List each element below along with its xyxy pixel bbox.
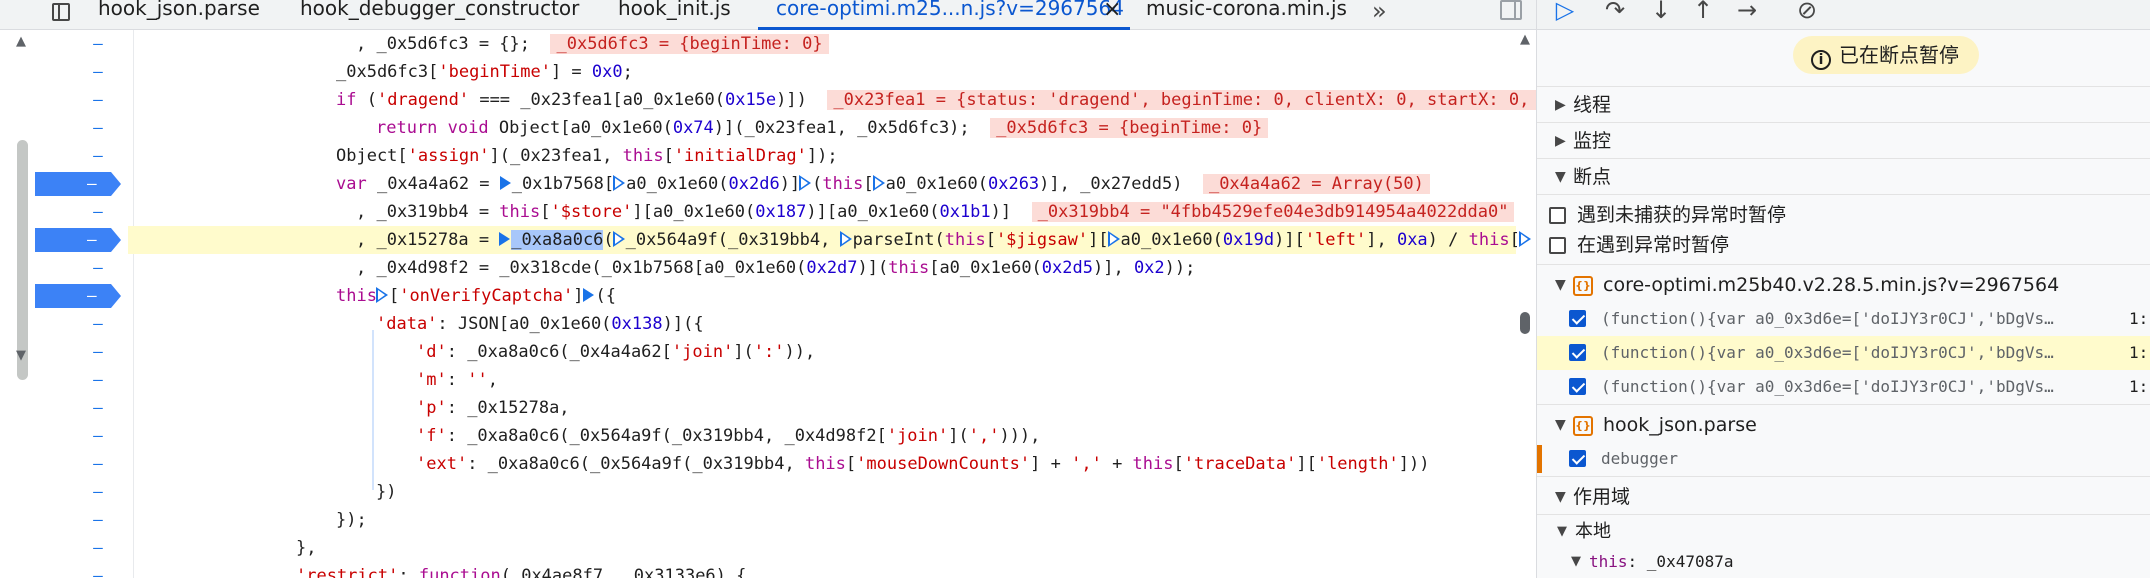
- collapse-icon: ▼: [1555, 417, 1566, 433]
- breakpoint-marker[interactable]: –: [35, 228, 121, 252]
- section-threads[interactable]: ▶ 线程: [1537, 88, 2150, 122]
- code-line[interactable]: – this ['onVerifyCaptcha']({: [0, 282, 1516, 310]
- step-out-icon[interactable]: ↑: [1689, 0, 1717, 26]
- collapse-icon: ▼: [1555, 169, 1566, 185]
- pause-caught-row[interactable]: 在遇到异常时暂停: [1537, 230, 2150, 260]
- tab-hook-json-parse[interactable]: hook_json.parse: [98, 0, 260, 30]
- scrollbar-thumb[interactable]: [1520, 312, 1530, 334]
- section-breakpoints[interactable]: ▼ 断点: [1537, 160, 2150, 194]
- deactivate-breakpoints-icon[interactable]: ⊘: [1793, 0, 1821, 26]
- section-scope[interactable]: ▼ 作用域: [1537, 480, 2150, 514]
- code-line[interactable]: – 'ext': _0xa8a0c6(_0x564a9f(_0x319bb4, …: [0, 450, 1516, 478]
- close-tab-icon[interactable]: ×: [1103, 0, 1121, 22]
- code-line[interactable]: – , _0x319bb4 = this['$store'][a0_0x1e60…: [0, 198, 1516, 226]
- code-line[interactable]: – 'm': '',: [0, 366, 1516, 394]
- breakpoint-item-active[interactable]: (function(){var a0_0x3d6e=['doIJY3r0CJ',…: [1537, 336, 2150, 370]
- tab-music-corona[interactable]: music-corona.min.js: [1146, 0, 1347, 30]
- tab-hook-debugger-constructor[interactable]: hook_debugger_constructor: [300, 0, 579, 30]
- breakpoint-file-core-optimi[interactable]: ▼ {} core-optimi.m25b40.v2.28.5.min.js?v…: [1537, 268, 2150, 302]
- toggle-debugger-sidebar-icon[interactable]: [1500, 0, 1522, 20]
- code-line[interactable]: – return void Object[a0_0x1e60(0x74)](_0…: [0, 114, 1516, 142]
- toggle-navigator-icon[interactable]: [48, 0, 74, 26]
- script-file-icon: {}: [1573, 416, 1593, 436]
- breakpoint-checkbox[interactable]: [1569, 378, 1586, 395]
- breakpoint-checkbox[interactable]: [1569, 344, 1586, 361]
- code-line[interactable]: – 'f': _0xa8a0c6(_0x564a9f(_0x319bb4, _0…: [0, 422, 1516, 450]
- scroll-up-icon[interactable]: ▲: [1520, 32, 1530, 47]
- paused-code-line[interactable]: , _0x15278a = _0xa8a0c6(_0x564a9f(_0x319…: [128, 226, 1531, 254]
- inline-breakpoint-icon[interactable]: [1107, 231, 1120, 247]
- breakpoint-item[interactable]: debugger: [1537, 442, 2150, 476]
- breakpoint-item[interactable]: (function(){var a0_0x3d6e=['doIJY3r0CJ',…: [1537, 302, 2150, 336]
- debugger-sidebar: ▷ ↷ ↓ ↑ → ⊘ i 已在断点暂停 ▶ 线程 ▶ 监控 ▼ 断点 遇到未捕获的异常…: [1536, 0, 2150, 578]
- inline-breakpoint-icon[interactable]: [499, 232, 511, 246]
- inline-breakpoint-icon[interactable]: [612, 231, 625, 247]
- collapse-icon: ▼: [1571, 554, 1581, 569]
- code-line[interactable]: – 'data': JSON[a0_0x1e60(0x138)]({: [0, 310, 1516, 338]
- scope-this-row[interactable]: ▼ this: _0x47087a: [1537, 548, 2150, 576]
- pause-uncaught-checkbox[interactable]: [1549, 207, 1566, 224]
- current-call-highlight: _0xa8a0c6: [511, 230, 604, 250]
- resume-icon[interactable]: ▷: [1551, 0, 1579, 26]
- breakpoint-marker[interactable]: –: [35, 172, 121, 196]
- code-line[interactable]: – Object['assign'](_0x23fea1, this['init…: [0, 142, 1516, 170]
- inline-breakpoint-icon[interactable]: [799, 175, 812, 191]
- tab-core-optimi[interactable]: core-optimi.m25...n.js?v=2967564: [758, 0, 1130, 30]
- code-line[interactable]: – _0x5d6fc3['beginTime'] = 0x0;: [0, 58, 1516, 86]
- step-icon[interactable]: →: [1733, 0, 1761, 26]
- code-line[interactable]: – if ('dragend' === _0x23fea1[a0_0x1e60(…: [0, 86, 1536, 114]
- paused-banner: i 已在断点暂停: [1793, 36, 1979, 74]
- inline-breakpoint-icon[interactable]: [839, 231, 852, 247]
- breakpoint-marker[interactable]: –: [35, 284, 121, 308]
- breakpoint-checkbox[interactable]: [1569, 310, 1586, 327]
- section-watch[interactable]: ▶ 监控: [1537, 124, 2150, 158]
- expand-icon: ▶: [1555, 133, 1566, 149]
- breakpoint-item[interactable]: (function(){var a0_0x3d6e=['doIJY3r0CJ',…: [1537, 370, 2150, 404]
- breakpoint-checkbox[interactable]: [1569, 450, 1586, 467]
- inline-breakpoint-icon[interactable]: [375, 287, 388, 303]
- code-line[interactable]: – 'p': _0x15278a,: [0, 394, 1516, 422]
- pause-uncaught-row[interactable]: 遇到未捕获的异常时暂停: [1537, 200, 2150, 230]
- script-file-icon: {}: [1573, 276, 1593, 296]
- inline-breakpoint-icon[interactable]: [613, 175, 626, 191]
- debugger-toolbar: ▷ ↷ ↓ ↑ → ⊘: [1537, 0, 2150, 30]
- step-over-icon[interactable]: ↷: [1601, 0, 1629, 26]
- code-line[interactable]: – },: [0, 534, 1516, 562]
- scope-local[interactable]: ▼ 本地: [1537, 518, 2150, 546]
- inline-value: _0x23fea1 = {status: 'dragend', beginTim…: [827, 90, 1536, 110]
- tab-hook-init[interactable]: hook_init.js: [618, 0, 731, 30]
- code-line[interactable]: – });: [0, 506, 1516, 534]
- code-line[interactable]: – }): [0, 478, 1516, 506]
- inline-breakpoint-icon[interactable]: [583, 288, 595, 302]
- code-line[interactable]: – , _0x5d6fc3 = {}; _0x5d6fc3 = {beginTi…: [0, 30, 1516, 58]
- code-editor[interactable]: ▲ ▼ – , _0x5d6fc3 = {}; _0x5d6fc3 = {beg…: [0, 30, 1536, 578]
- source-tab-bar: hook_json.parse hook_debugger_constructo…: [0, 0, 1536, 30]
- code-line[interactable]: – 'd': _0xa8a0c6(_0x4a4a62['join'](':'))…: [0, 338, 1516, 366]
- collapse-icon: ▼: [1555, 277, 1566, 293]
- expand-icon: ▶: [1555, 97, 1566, 113]
- inline-value: _0x4a4a62 = Array(50): [1202, 174, 1430, 194]
- inline-breakpoint-icon[interactable]: [872, 175, 885, 191]
- inline-breakpoint-icon[interactable]: [499, 176, 511, 190]
- info-icon: i: [1811, 50, 1831, 70]
- collapse-icon: ▼: [1555, 489, 1566, 505]
- code-line[interactable]: – var _0x4a4a62 = _0x1b7568[a0_0x1e60(0x…: [0, 170, 1516, 198]
- inline-value: _0x5d6fc3 = {beginTime: 0}: [550, 34, 829, 54]
- inline-value: _0x319bb4 = "4fbb4529efe04e3db914954a402…: [1031, 202, 1515, 222]
- more-tabs-icon[interactable]: »: [1372, 0, 1387, 25]
- inline-value: _0x5d6fc3 = {beginTime: 0}: [990, 118, 1269, 138]
- code-line[interactable]: – , _0x4d98f2 = _0x318cde(_0x1b7568[a0_0…: [0, 254, 1516, 282]
- step-into-icon[interactable]: ↓: [1647, 0, 1675, 26]
- breakpoint-file-hook-json-parse[interactable]: ▼ {} hook_json.parse: [1537, 408, 2150, 442]
- code-line[interactable]: – 'restrict': function(_0x4ae8f7, _0x313…: [0, 562, 1516, 578]
- editor-right-scrollbar[interactable]: ▲: [1516, 30, 1536, 578]
- pause-caught-checkbox[interactable]: [1549, 237, 1566, 254]
- collapse-icon: ▼: [1557, 524, 1567, 539]
